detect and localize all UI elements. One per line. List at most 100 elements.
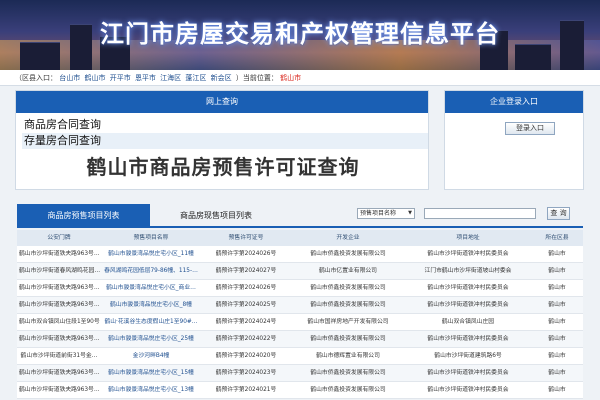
cell-project-address: 鹤山市沙坪街道铁冲村民委员会 <box>427 387 509 393</box>
cell-address: 鹤山市沙坪街道铁夫路963号… <box>19 336 100 342</box>
enterprise-login-panel: 企业登录入口 登录入口 <box>444 90 584 190</box>
cell-project-address: 鹤山市沙坪街道铁冲村民委员会 <box>427 302 509 308</box>
cell-developer: 鹤山市德辉置业有限公司 <box>316 353 380 359</box>
region-link-xinhui[interactable]: 新会区 <box>211 74 232 82</box>
table-body: 鹤山市沙坪街道铁夫路963号… 鹤山市骏景湾品悦庄宅小区_11幢 鹤预许字第2024… <box>17 246 583 399</box>
current-location: 鹤山市 <box>280 74 302 82</box>
column-header-address: 公安门牌 <box>47 235 71 241</box>
cell-developer: 鹤山市侨鑫投资发展有限公司 <box>310 251 386 257</box>
table-row[interactable]: 鹤山市沙坪街道铁夫路963号… 鹤山市骏景湾品悦庄宅小区_8幢 鹤预许字第20240… <box>17 297 583 314</box>
cell-permit-no: 鹤预许字第2024022号 <box>215 336 277 342</box>
tab-presale-projects[interactable]: 商品房预售项目列表 <box>17 204 150 228</box>
existing-contract-query-link[interactable]: 存量房合同查询 <box>22 133 428 149</box>
cell-developer: 鹤山市侨鑫投资发展有限公司 <box>310 285 386 291</box>
search-input[interactable] <box>424 208 536 219</box>
region-prefix: （区县入口： <box>15 74 57 82</box>
cell-address: 鹤山市沙坪街道春风湖鸣花园… <box>19 268 101 274</box>
cell-district: 鹤山市 <box>548 387 566 393</box>
site-title: 江门市房屋交易和产权管理信息平台 <box>100 19 500 48</box>
cell-project-name[interactable]: 鹤山市骏景湾品悦庄宅小区_11幢 <box>101 246 201 262</box>
login-button[interactable]: 登录入口 <box>505 122 555 135</box>
cell-project-address: 鹤山市沙坪街道建筑路6号 <box>434 353 502 359</box>
region-nav-bar: （区县入口： 台山市 鹤山市 开平市 恩平市 江海区 蓬江区 新会区 ）当前位置… <box>0 70 600 86</box>
search-button[interactable]: 查 询 <box>547 207 570 220</box>
page-title: 鹤山市商品房预售许可证查询 <box>86 155 360 179</box>
online-query-heading: 网上查询 <box>16 91 428 113</box>
cell-project-address: 鹤山市沙坪街道铁冲村民委员会 <box>427 370 509 376</box>
cell-permit-no: 鹤预许字第2024021号 <box>215 387 277 393</box>
login-heading: 企业登录入口 <box>445 91 583 113</box>
region-link-heshan[interactable]: 鹤山市 <box>84 74 105 82</box>
cell-district: 鹤山市 <box>548 319 566 325</box>
cell-developer: 鹤山市侨鑫投资发展有限公司 <box>310 302 386 308</box>
presale-project-table: 公安门牌 预售项目名称 预售许可证号 开发企业 项目地址 所在区县 鹤山市沙坪街… <box>17 230 583 399</box>
tab-current-sale-projects[interactable]: 商品房现售项目列表 <box>180 204 252 228</box>
cell-address: 鹤山市沙坪街道铁夫路963号… <box>19 285 100 291</box>
cell-permit-no: 鹤预许字第2024020号 <box>215 353 277 359</box>
cell-district: 鹤山市 <box>548 370 566 376</box>
cell-project-name[interactable]: 鹤山市骏景湾品悦庄宅小区_8幢 <box>101 297 201 313</box>
cell-address: 鹤山市沙坪街道前街31号金… <box>20 353 98 359</box>
region-link-taishan[interactable]: 台山市 <box>59 74 80 82</box>
cell-address: 鹤山市双合镇凤山住段1至90号 <box>19 319 100 325</box>
cell-project-name[interactable]: 鹤山市骏景湾品悦庄宅小区_25幢 <box>101 331 201 347</box>
cell-project-address: 鹤山市沙坪街道铁冲村民委员会 <box>427 285 509 291</box>
cell-developer: 鹤山市侨鑫投资发展有限公司 <box>310 370 386 376</box>
cell-developer: 鹤山市亿置业有限公司 <box>319 268 377 274</box>
chevron-down-icon: ▼ <box>408 210 412 216</box>
cell-district: 鹤山市 <box>548 251 566 257</box>
cell-permit-no: 鹤预许字第2024023号 <box>215 370 277 376</box>
cell-project-address: 鹤山市沙坪街道铁冲村民委员会 <box>427 336 509 342</box>
table-row[interactable]: 鹤山市沙坪街道铁夫路963号… 鹤山市骏景湾品悦庄宅小区_13幢 鹤预许字第2024… <box>17 382 583 399</box>
cell-project-name[interactable]: 鹤山·花溪谷生态度假山庄1至90#… <box>101 314 201 330</box>
table-row[interactable]: 鹤山市沙坪街道铁夫路963号… 鹤山市骏景湾品悦庄宅小区_15幢 鹤预许字第2024… <box>17 365 583 382</box>
table-row[interactable]: 鹤山市沙坪街道前街31号金… 金沙河畔B4幢 鹤预许字第2024020号 鹤山市德辉置… <box>17 348 583 365</box>
cell-project-address: 江门市鹤山市沙坪街道坡山村委会 <box>424 268 512 274</box>
cell-developer: 鹤山市侨鑫投资发展有限公司 <box>310 387 386 393</box>
commercial-contract-query-link[interactable]: 商品房合同查询 <box>22 117 428 133</box>
column-header-project-name: 预售项目名称 <box>133 235 169 241</box>
search-field-select[interactable]: 预售项目名称 ▼ <box>357 208 415 219</box>
cell-permit-no: 鹤预许字第2024026号 <box>215 285 277 291</box>
region-link-kaiping[interactable]: 开平市 <box>110 74 131 82</box>
header-banner: 江门市房屋交易和产权管理信息平台 <box>0 0 600 70</box>
cell-project-name[interactable]: 鹤山市骏景湾品悦庄宅小区_15幢 <box>101 365 201 381</box>
column-header-developer: 开发企业 <box>336 235 360 241</box>
cell-project-address: 鹤山市沙坪街道铁冲村民委员会 <box>427 251 509 257</box>
region-link-jianghai[interactable]: 江海区 <box>160 74 181 82</box>
cell-permit-no: 鹤预许字第2024026号 <box>215 251 277 257</box>
cell-project-name[interactable]: 春风湖鸣花园低层79-86幢、115-… <box>101 263 201 279</box>
table-row[interactable]: 鹤山市沙坪街道铁夫路963号… 鹤山市骏景湾品悦庄宅小区_商业… 鹤预许字第2024… <box>17 280 583 297</box>
cell-district: 鹤山市 <box>548 336 566 342</box>
table-row[interactable]: 鹤山市沙坪街道铁夫路963号… 鹤山市骏景湾品悦庄宅小区_11幢 鹤预许字第2024… <box>17 246 583 263</box>
cell-address: 鹤山市沙坪街道铁夫路963号… <box>19 251 100 257</box>
column-header-district: 所在区县 <box>545 235 569 241</box>
cell-project-name[interactable]: 鹤山市骏景湾品悦庄宅小区_商业… <box>101 280 201 296</box>
search-field-selected: 预售项目名称 <box>360 210 397 217</box>
cell-district: 鹤山市 <box>548 268 566 274</box>
online-query-panel: 网上查询 商品房合同查询 存量房合同查询 鹤山市商品房预售许可证查询 <box>15 90 429 190</box>
cell-developer: 鹤山市侨鑫投资发展有限公司 <box>310 336 386 342</box>
cell-project-name[interactable]: 金沙河畔B4幢 <box>101 348 201 364</box>
cell-project-address: 鹤山双合镇凤山庄园 <box>441 319 495 325</box>
cell-project-name[interactable]: 鹤山市骏景湾品悦庄宅小区_13幢 <box>101 382 201 398</box>
cell-address: 鹤山市沙坪街道铁夫路963号… <box>19 302 100 308</box>
cell-address: 鹤山市沙坪街道铁夫路963号… <box>19 387 100 393</box>
region-link-enping[interactable]: 恩平市 <box>135 74 156 82</box>
table-row[interactable]: 鹤山市沙坪街道铁夫路963号… 鹤山市骏景湾品悦庄宅小区_25幢 鹤预许字第2024… <box>17 331 583 348</box>
cell-permit-no: 鹤预许字第2024025号 <box>215 302 277 308</box>
cell-district: 鹤山市 <box>548 302 566 308</box>
table-header: 公安门牌 预售项目名称 预售许可证号 开发企业 项目地址 所在区县 <box>17 230 583 246</box>
project-tabs: 商品房预售项目列表 商品房现售项目列表 预售项目名称 ▼ 查 询 <box>17 204 583 228</box>
cell-permit-no: 鹤预许字第2024027号 <box>215 268 277 274</box>
region-link-pengjiang[interactable]: 蓬江区 <box>185 74 206 82</box>
column-header-permit-no: 预售许可证号 <box>228 235 264 241</box>
location-label: ）当前位置： <box>235 74 278 82</box>
table-row[interactable]: 鹤山市双合镇凤山住段1至90号 鹤山·花溪谷生态度假山庄1至90#… 鹤预许字第20… <box>17 314 583 331</box>
cell-district: 鹤山市 <box>548 285 566 291</box>
cell-permit-no: 鹤预许字第2024024号 <box>215 319 277 325</box>
column-header-project-address: 项目地址 <box>456 235 480 241</box>
cell-district: 鹤山市 <box>548 353 566 359</box>
cell-developer: 鹤山市国祥房地产开发有限公司 <box>307 319 389 325</box>
table-row[interactable]: 鹤山市沙坪街道春风湖鸣花园… 春风湖鸣花园低层79-86幢、115-… 鹤预许字第2… <box>17 263 583 280</box>
